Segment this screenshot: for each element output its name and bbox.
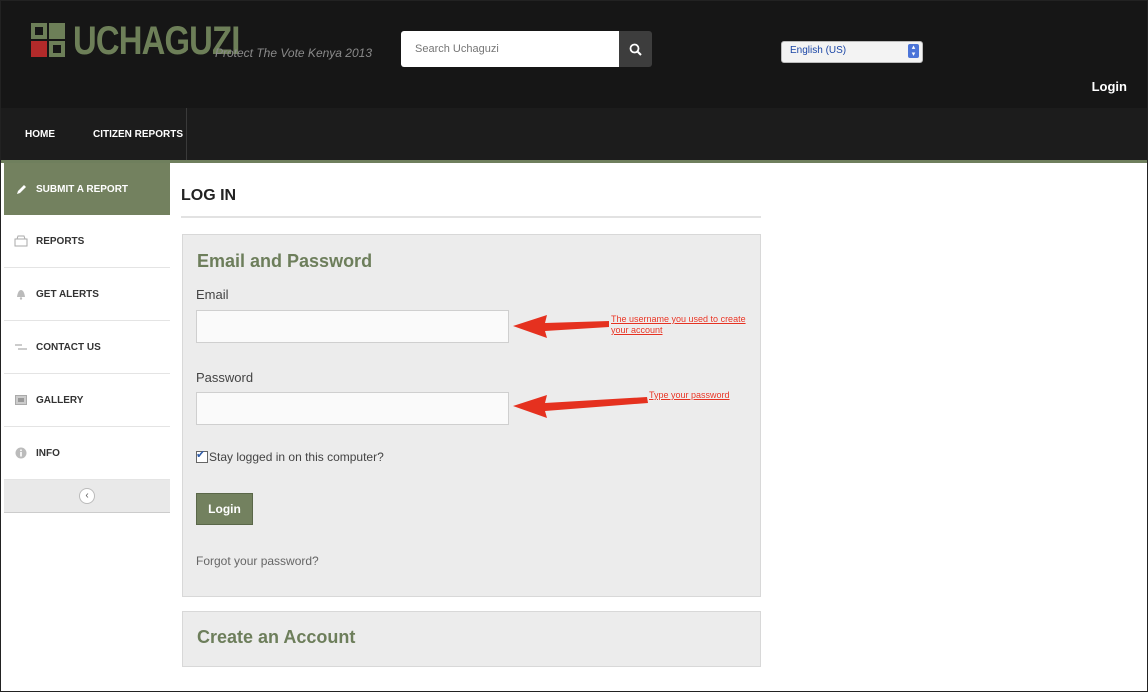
annotation-password-note: Type your password: [649, 390, 730, 400]
language-value: English (US): [790, 45, 847, 56]
tagline: Protect The Vote Kenya 2013: [215, 46, 372, 60]
create-account-panel[interactable]: Create an Account: [182, 611, 761, 667]
login-panel: Email and Password Email Password Stay l…: [182, 234, 761, 597]
page-title: LOG IN: [181, 187, 237, 204]
remember-me-row: Stay logged in on this computer?: [196, 448, 384, 464]
password-field-box: [196, 392, 509, 425]
search-box: [401, 31, 619, 67]
annotation-email-line1: The username you used to create: [611, 314, 746, 324]
search-button[interactable]: [619, 31, 652, 67]
nav-item-home[interactable]: HOME: [25, 108, 55, 160]
sidebar-item-label: GALLERY: [36, 394, 84, 406]
language-select[interactable]: English (US) ▴ ▾: [781, 41, 923, 63]
sidebar: SUBMIT A REPORT REPORTS GET ALERTS CONTA…: [4, 163, 170, 513]
sidebar-item-gallery[interactable]: GALLERY: [4, 374, 170, 427]
collapse-sidebar-button[interactable]: ‹: [79, 488, 95, 504]
info-icon: [14, 446, 28, 460]
sidebar-item-submit-report[interactable]: SUBMIT A REPORT: [4, 163, 170, 215]
annotation-email-line2: your account: [611, 325, 663, 335]
login-panel-title: Email and Password: [197, 251, 373, 271]
remember-me-label: Stay logged in on this computer?: [209, 450, 384, 464]
mail-icon: [14, 340, 28, 354]
bell-icon: [14, 287, 28, 301]
sidebar-item-info[interactable]: INFO: [4, 427, 170, 480]
sidebar-item-reports[interactable]: REPORTS: [4, 215, 170, 268]
annotation-arrow-password: [513, 395, 648, 418]
annotation-email-note: The username you used to create your acc…: [611, 314, 746, 336]
pencil-icon: [14, 182, 28, 196]
nav-item-citizen-reports[interactable]: CITIZEN REPORTS: [93, 108, 183, 160]
email-label: Email: [196, 287, 229, 302]
nav-divider: [186, 108, 187, 160]
search-input[interactable]: [413, 31, 617, 67]
create-account-title: Create an Account: [197, 627, 356, 647]
select-stepper-icon: ▴ ▾: [908, 44, 919, 58]
sidebar-item-label: SUBMIT A REPORT: [36, 183, 129, 195]
sidebar-item-label: INFO: [36, 447, 60, 459]
search-icon: [629, 43, 642, 56]
email-field-box: [196, 310, 509, 343]
site-header: UCHAGUZI Protect The Vote Kenya 2013 Eng…: [1, 1, 1147, 108]
email-field[interactable]: [197, 311, 508, 342]
sidebar-item-label: REPORTS: [36, 235, 85, 247]
sidebar-collapse-bar: ‹: [4, 480, 170, 513]
logo-mark-icon: [31, 23, 67, 59]
sidebar-item-contact-us[interactable]: CONTACT US: [4, 321, 170, 374]
login-button[interactable]: Login: [196, 493, 253, 525]
sidebar-item-label: CONTACT US: [36, 341, 101, 353]
sidebar-item-get-alerts[interactable]: GET ALERTS: [4, 268, 170, 321]
remember-me-checkbox[interactable]: [196, 448, 208, 463]
app-window: UCHAGUZI Protect The Vote Kenya 2013 Eng…: [0, 0, 1148, 692]
title-divider: [181, 216, 761, 218]
forgot-password-link[interactable]: Forgot your password?: [196, 554, 319, 568]
password-label: Password: [196, 370, 254, 385]
main-nav: HOME CITIZEN REPORTS: [1, 108, 1147, 163]
archive-icon: [14, 234, 28, 248]
picture-icon: [14, 393, 28, 407]
annotation-arrow-email: [513, 315, 609, 338]
sidebar-item-label: GET ALERTS: [36, 288, 99, 300]
header-login-link[interactable]: Login: [1092, 79, 1127, 94]
password-field[interactable]: [197, 393, 508, 424]
